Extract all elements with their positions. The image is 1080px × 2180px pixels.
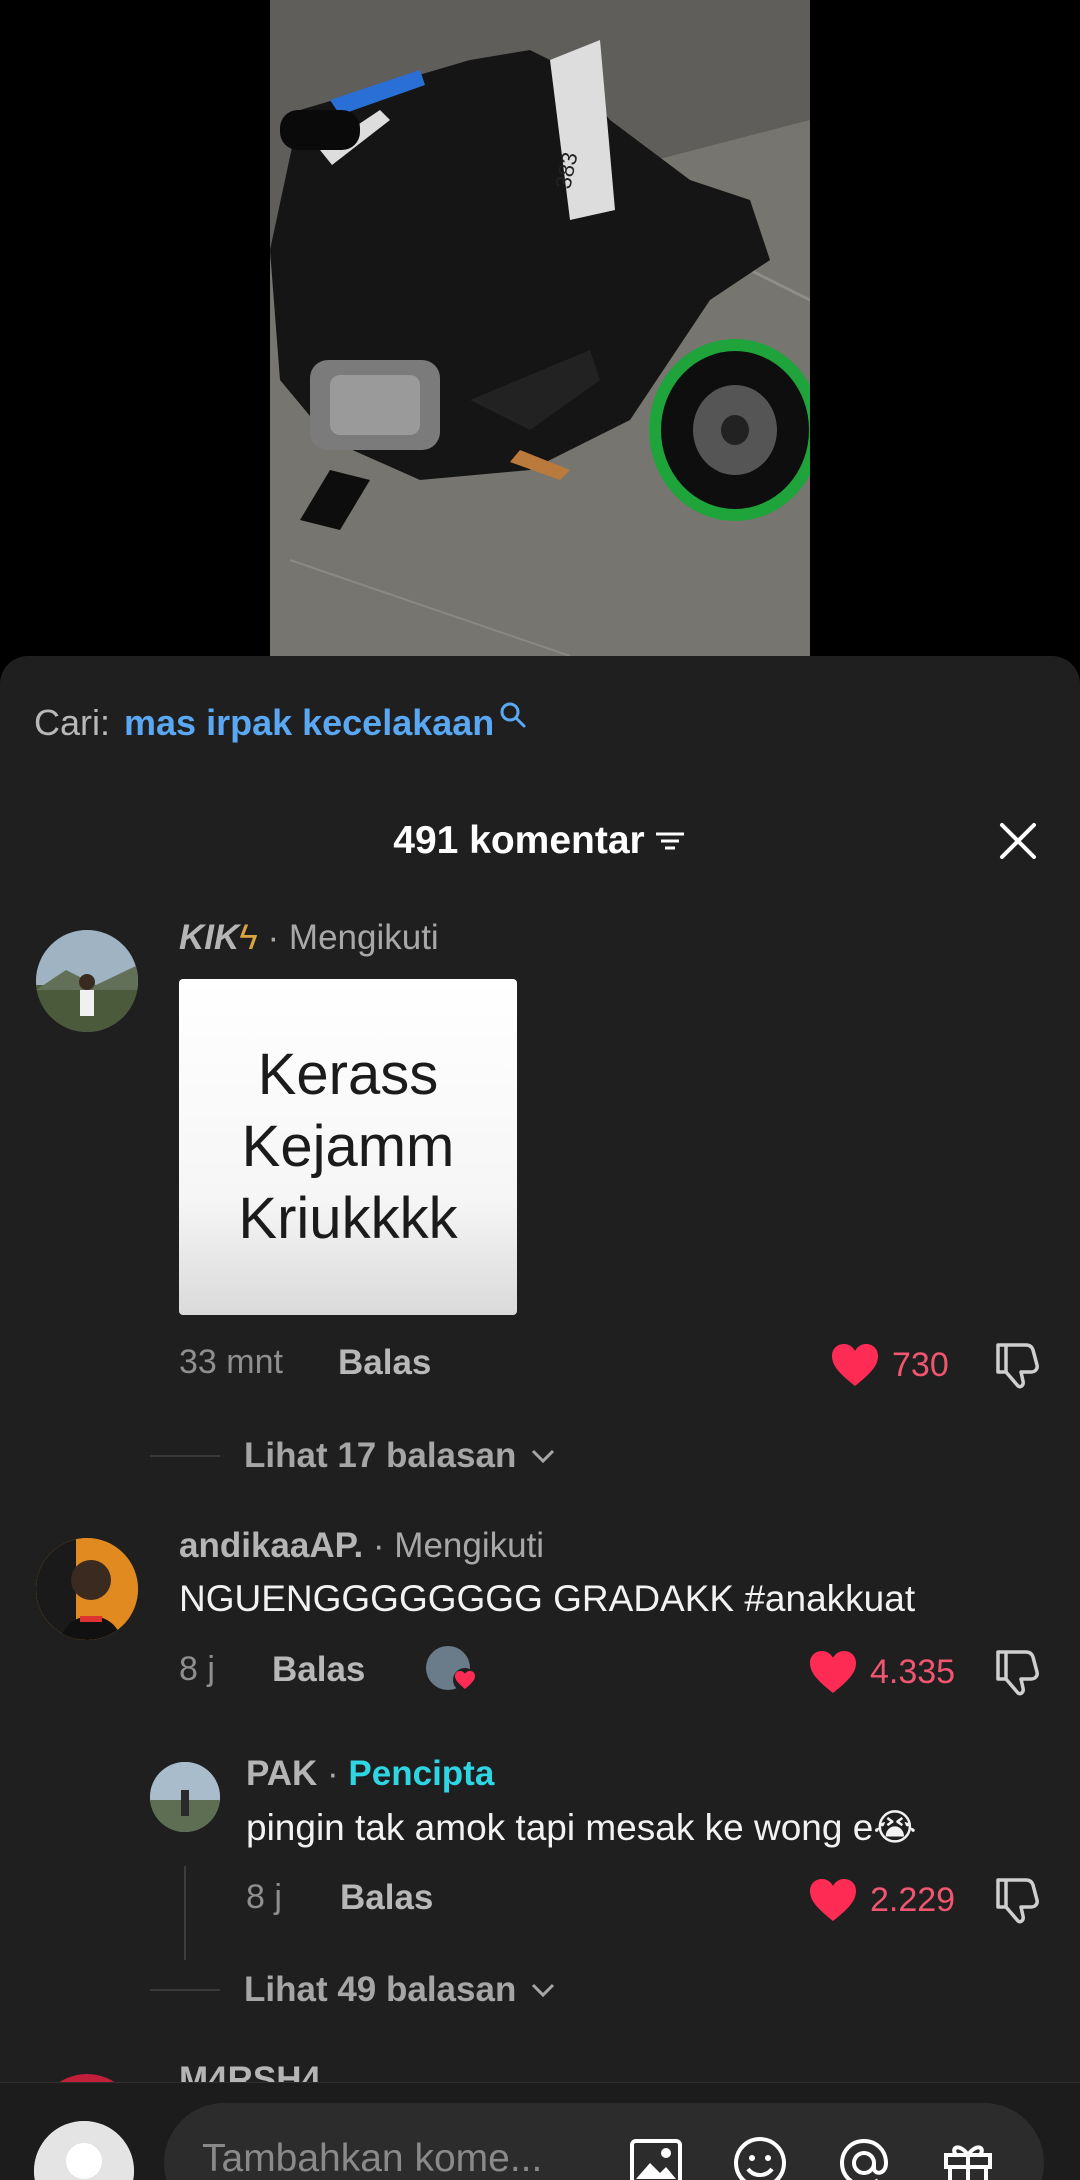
follow-status: · Mengikuti <box>257 918 439 957</box>
view-replies-label: Lihat 49 balasan <box>244 1970 517 2009</box>
dislike-icon[interactable] <box>990 1339 1042 1391</box>
dislike-icon[interactable] <box>990 1874 1042 1926</box>
thread-line <box>184 1866 186 1960</box>
comment-time: 8 j <box>179 1650 215 1688</box>
heart-badge-icon <box>453 1668 477 1692</box>
username[interactable]: PAK <box>246 1754 317 1793</box>
creator-badge: Pencipta <box>348 1754 495 1793</box>
filter-icon[interactable] <box>653 826 687 856</box>
comments-header: 491 komentar <box>0 806 1080 876</box>
comment-username-line[interactable]: KIKϟ · Mengikuti <box>179 918 439 958</box>
image-icon[interactable] <box>626 2133 686 2180</box>
heart-icon <box>810 1651 856 1693</box>
view-replies-button[interactable]: Lihat 17 balasan <box>150 1436 558 1476</box>
comment-time: 33 mnt <box>179 1343 283 1381</box>
mention-icon[interactable] <box>834 2133 894 2180</box>
divider-line <box>150 1989 220 1991</box>
video-player[interactable]: 383 <box>0 0 1080 656</box>
comment-count-title: 491 komentar <box>393 819 645 862</box>
reply-button[interactable]: Balas <box>340 1878 433 1918</box>
reply-time: 8 j <box>246 1878 282 1916</box>
search-prefix: Cari: <box>34 702 111 743</box>
heart-icon <box>810 1879 856 1921</box>
comment-input[interactable]: Tambahkan kome... <box>164 2103 1044 2180</box>
dislike-icon[interactable] <box>990 1646 1042 1698</box>
like-button[interactable]: 730 <box>830 1342 949 1388</box>
reply-username-line[interactable]: PAK · Pencipta <box>246 1754 494 1794</box>
chevron-down-icon <box>532 1983 555 1998</box>
creator-liked-avatar <box>426 1646 477 1692</box>
comment-text: NGUENGGGGGGGG GRADAKK #anakkuat <box>179 1578 916 1619</box>
like-count: 2.229 <box>870 1880 956 1919</box>
video-frame: 383 <box>270 0 810 656</box>
comment-input-placeholder: Tambahkan kome... <box>202 2137 543 2180</box>
divider-line <box>150 1455 220 1457</box>
separator: · <box>317 1754 349 1793</box>
chevron-down-icon <box>532 1449 555 1464</box>
search-suggestion[interactable]: Cari: mas irpak kecelakaan <box>34 702 528 744</box>
sticker-line: Kejamm <box>241 1114 455 1179</box>
comment-sheet: Cari: mas irpak kecelakaan 491 komentar <box>0 656 1080 2180</box>
reply-button[interactable]: Balas <box>338 1343 431 1383</box>
heart-icon <box>832 1344 878 1386</box>
avatar[interactable] <box>36 1538 138 1640</box>
like-button[interactable]: 4.335 <box>808 1649 955 1695</box>
comment-composer: Tambahkan kome... <box>0 2082 1080 2180</box>
username[interactable]: KIK <box>179 918 239 957</box>
close-icon[interactable] <box>996 819 1040 863</box>
avatar[interactable] <box>36 930 138 1032</box>
sticker-line: Kriukkkk <box>238 1186 458 1251</box>
follow-status: · Mengikuti <box>363 1526 545 1565</box>
comment-username-line[interactable]: andikaaAP. · Mengikuti <box>179 1526 544 1566</box>
gift-icon[interactable] <box>938 2133 998 2180</box>
avatar[interactable] <box>150 1762 220 1832</box>
view-replies-button[interactable]: Lihat 49 balasan <box>150 1970 558 2010</box>
search-term-link[interactable]: mas irpak kecelakaan <box>124 702 494 744</box>
lightning-icon: ϟ <box>239 918 258 957</box>
emoji-icon[interactable] <box>730 2133 790 2180</box>
like-button[interactable]: 2.229 <box>808 1877 955 1923</box>
dislike-icon[interactable] <box>990 1996 1042 2048</box>
view-replies-label: Lihat 17 balasan <box>244 1436 517 1475</box>
search-icon[interactable] <box>498 700 528 730</box>
comment-sticker[interactable]: Kerass Kejamm Kriukkkk <box>179 979 517 1315</box>
like-count: 730 <box>892 1345 949 1384</box>
username[interactable]: andikaaAP. <box>179 1526 363 1565</box>
like-count: 4.335 <box>870 1652 956 1691</box>
sticker-line: Kerass <box>257 1042 439 1107</box>
my-avatar[interactable] <box>34 2121 134 2180</box>
reply-button[interactable]: Balas <box>272 1650 365 1690</box>
reply-text: pingin tak amok tapi mesak ke wong e😭 <box>246 1807 917 1848</box>
